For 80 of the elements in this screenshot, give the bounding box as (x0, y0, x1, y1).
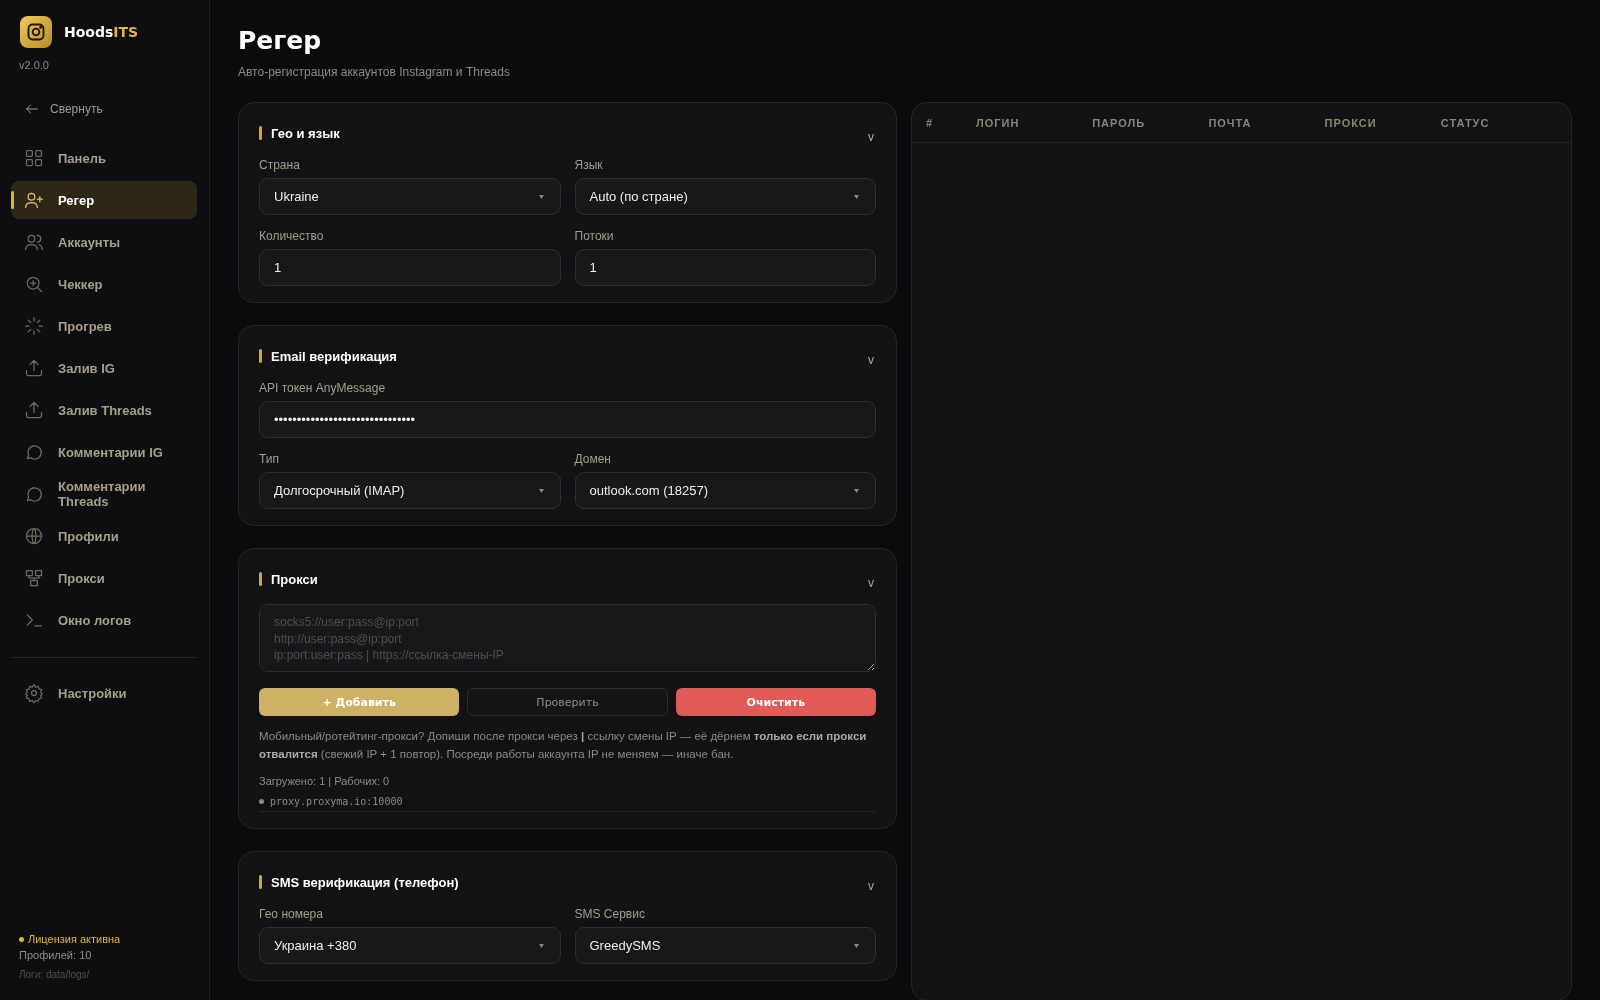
page-subtitle: Авто-регистрация аккаунтов Instagram и Threads (238, 65, 510, 79)
field-label: API токен AnyMessage (259, 381, 386, 395)
select-field[interactable]: Ukraine (259, 178, 561, 215)
collapse-toggle[interactable]: v (868, 130, 874, 144)
select-field[interactable]: outlook.com (18257) (574, 472, 876, 509)
input-field[interactable]: 1 (259, 249, 561, 286)
logs-path: Логи: data/logs/ (19, 969, 91, 980)
search-icon (24, 274, 44, 294)
column-header: ПОЧТА (1208, 116, 1253, 129)
nav-item[interactable]: Окно логов (11, 601, 197, 639)
select-field[interactable]: Долгосрочный (IMAP) (259, 472, 561, 509)
nav-item[interactable]: Панель (11, 139, 197, 177)
collapse-button[interactable]: Свернуть (24, 101, 103, 117)
field-label: Домен (574, 452, 611, 466)
caret-icon (854, 943, 859, 948)
field-label: Потоки (574, 229, 614, 243)
check-button[interactable]: Проверить (467, 688, 668, 716)
arrow-left-icon (24, 101, 40, 117)
field-label: Страна (259, 158, 300, 172)
caret-icon (854, 488, 859, 493)
field-label: Тип (259, 452, 279, 466)
input-field[interactable]: 1 (574, 249, 876, 286)
column-header: ПАРОЛЬ (1092, 116, 1147, 129)
select-field[interactable]: Auto (по стране) (574, 178, 876, 215)
app-logo-icon (20, 16, 52, 48)
nav-item[interactable]: Регер (11, 181, 197, 219)
bullet-icon (259, 799, 264, 804)
page-title: Регер (238, 26, 322, 55)
nav-item[interactable]: Залив Threads (11, 391, 197, 429)
upload-icon (24, 358, 44, 378)
collapse-toggle[interactable]: v (868, 353, 874, 367)
nav-item[interactable]: Комментарии Threads (11, 475, 197, 513)
token-field[interactable]: ••••••••••••••••••••••••••••••• (259, 401, 876, 438)
column-header: # (926, 116, 935, 129)
select-field[interactable]: GreedySMS (574, 927, 876, 964)
license-status: Лицензия активна (19, 933, 197, 945)
nav-item[interactable]: Залив IG (11, 349, 197, 387)
settings-icon (24, 683, 44, 703)
nav-item[interactable]: Чеккер (11, 265, 197, 303)
column-header: ЛОГИН (976, 116, 1021, 129)
clear-button[interactable]: Очистить (675, 688, 876, 716)
caret-icon (538, 488, 544, 493)
card-title: Гео и язык (259, 125, 340, 141)
proxy-list-item: proxy.proxyma.io:10000 (270, 796, 403, 807)
user-plus-icon (24, 190, 44, 210)
field-label: Гео номера (259, 907, 323, 921)
field-label: Язык (574, 158, 603, 172)
version-label: v2.0.0 (19, 59, 49, 71)
field-label: Количество (259, 229, 324, 243)
nav-item[interactable]: Аккаунты (11, 223, 197, 261)
nav-item[interactable]: Профили (11, 517, 197, 555)
nav-item[interactable]: Комментарии IG (11, 433, 197, 471)
proxy-note: Мобильный/ротейтинг-прокси? Допиши после прокси через | ссылку смены IP — её дёрнем только если прокси отвалится (свежий IP + 1 повтор). Посреди работы аккаунта IP не меняем — иначе бан. (259, 729, 868, 762)
select-field[interactable]: Украина +380 (259, 927, 561, 964)
proxy-input-field[interactable]: socks5://user:pass@ip:port http://user:pass@ip:port ip:port:user:pass | https://ссылка-смены-IP (259, 604, 876, 672)
caret-icon (538, 194, 544, 199)
caret-icon (854, 194, 859, 199)
collapse-toggle[interactable]: v (868, 576, 874, 590)
proxy-stats: Загружено: 1 | Рабочих: 0 (259, 775, 391, 787)
caret-icon (538, 943, 544, 948)
column-header: СТАТУС (1440, 116, 1491, 129)
card-title: Email верификация (259, 348, 397, 364)
field-label: SMS Сервис (574, 907, 645, 921)
column-header: ПРОКСИ (1324, 116, 1378, 129)
loader-icon (24, 316, 44, 336)
collapse-toggle[interactable]: v (868, 879, 874, 893)
nav-item[interactable]: Прокси (11, 559, 197, 597)
profiles-count: Профилей: 10 (19, 949, 93, 961)
chat-bubble-icon (24, 442, 44, 462)
grid-icon (24, 148, 44, 168)
network-icon (24, 568, 44, 588)
chat-bubble-icon (24, 484, 44, 504)
globe-icon (24, 526, 44, 546)
users-icon (24, 232, 44, 252)
app-name: HoodsITS (64, 24, 139, 40)
nav-item[interactable]: Настройки (11, 674, 197, 712)
card-title: SMS верификация (телефон) (259, 874, 459, 890)
upload-icon (24, 400, 44, 420)
card-title: Прокси (259, 571, 318, 587)
nav-item[interactable]: Прогрев (11, 307, 197, 345)
